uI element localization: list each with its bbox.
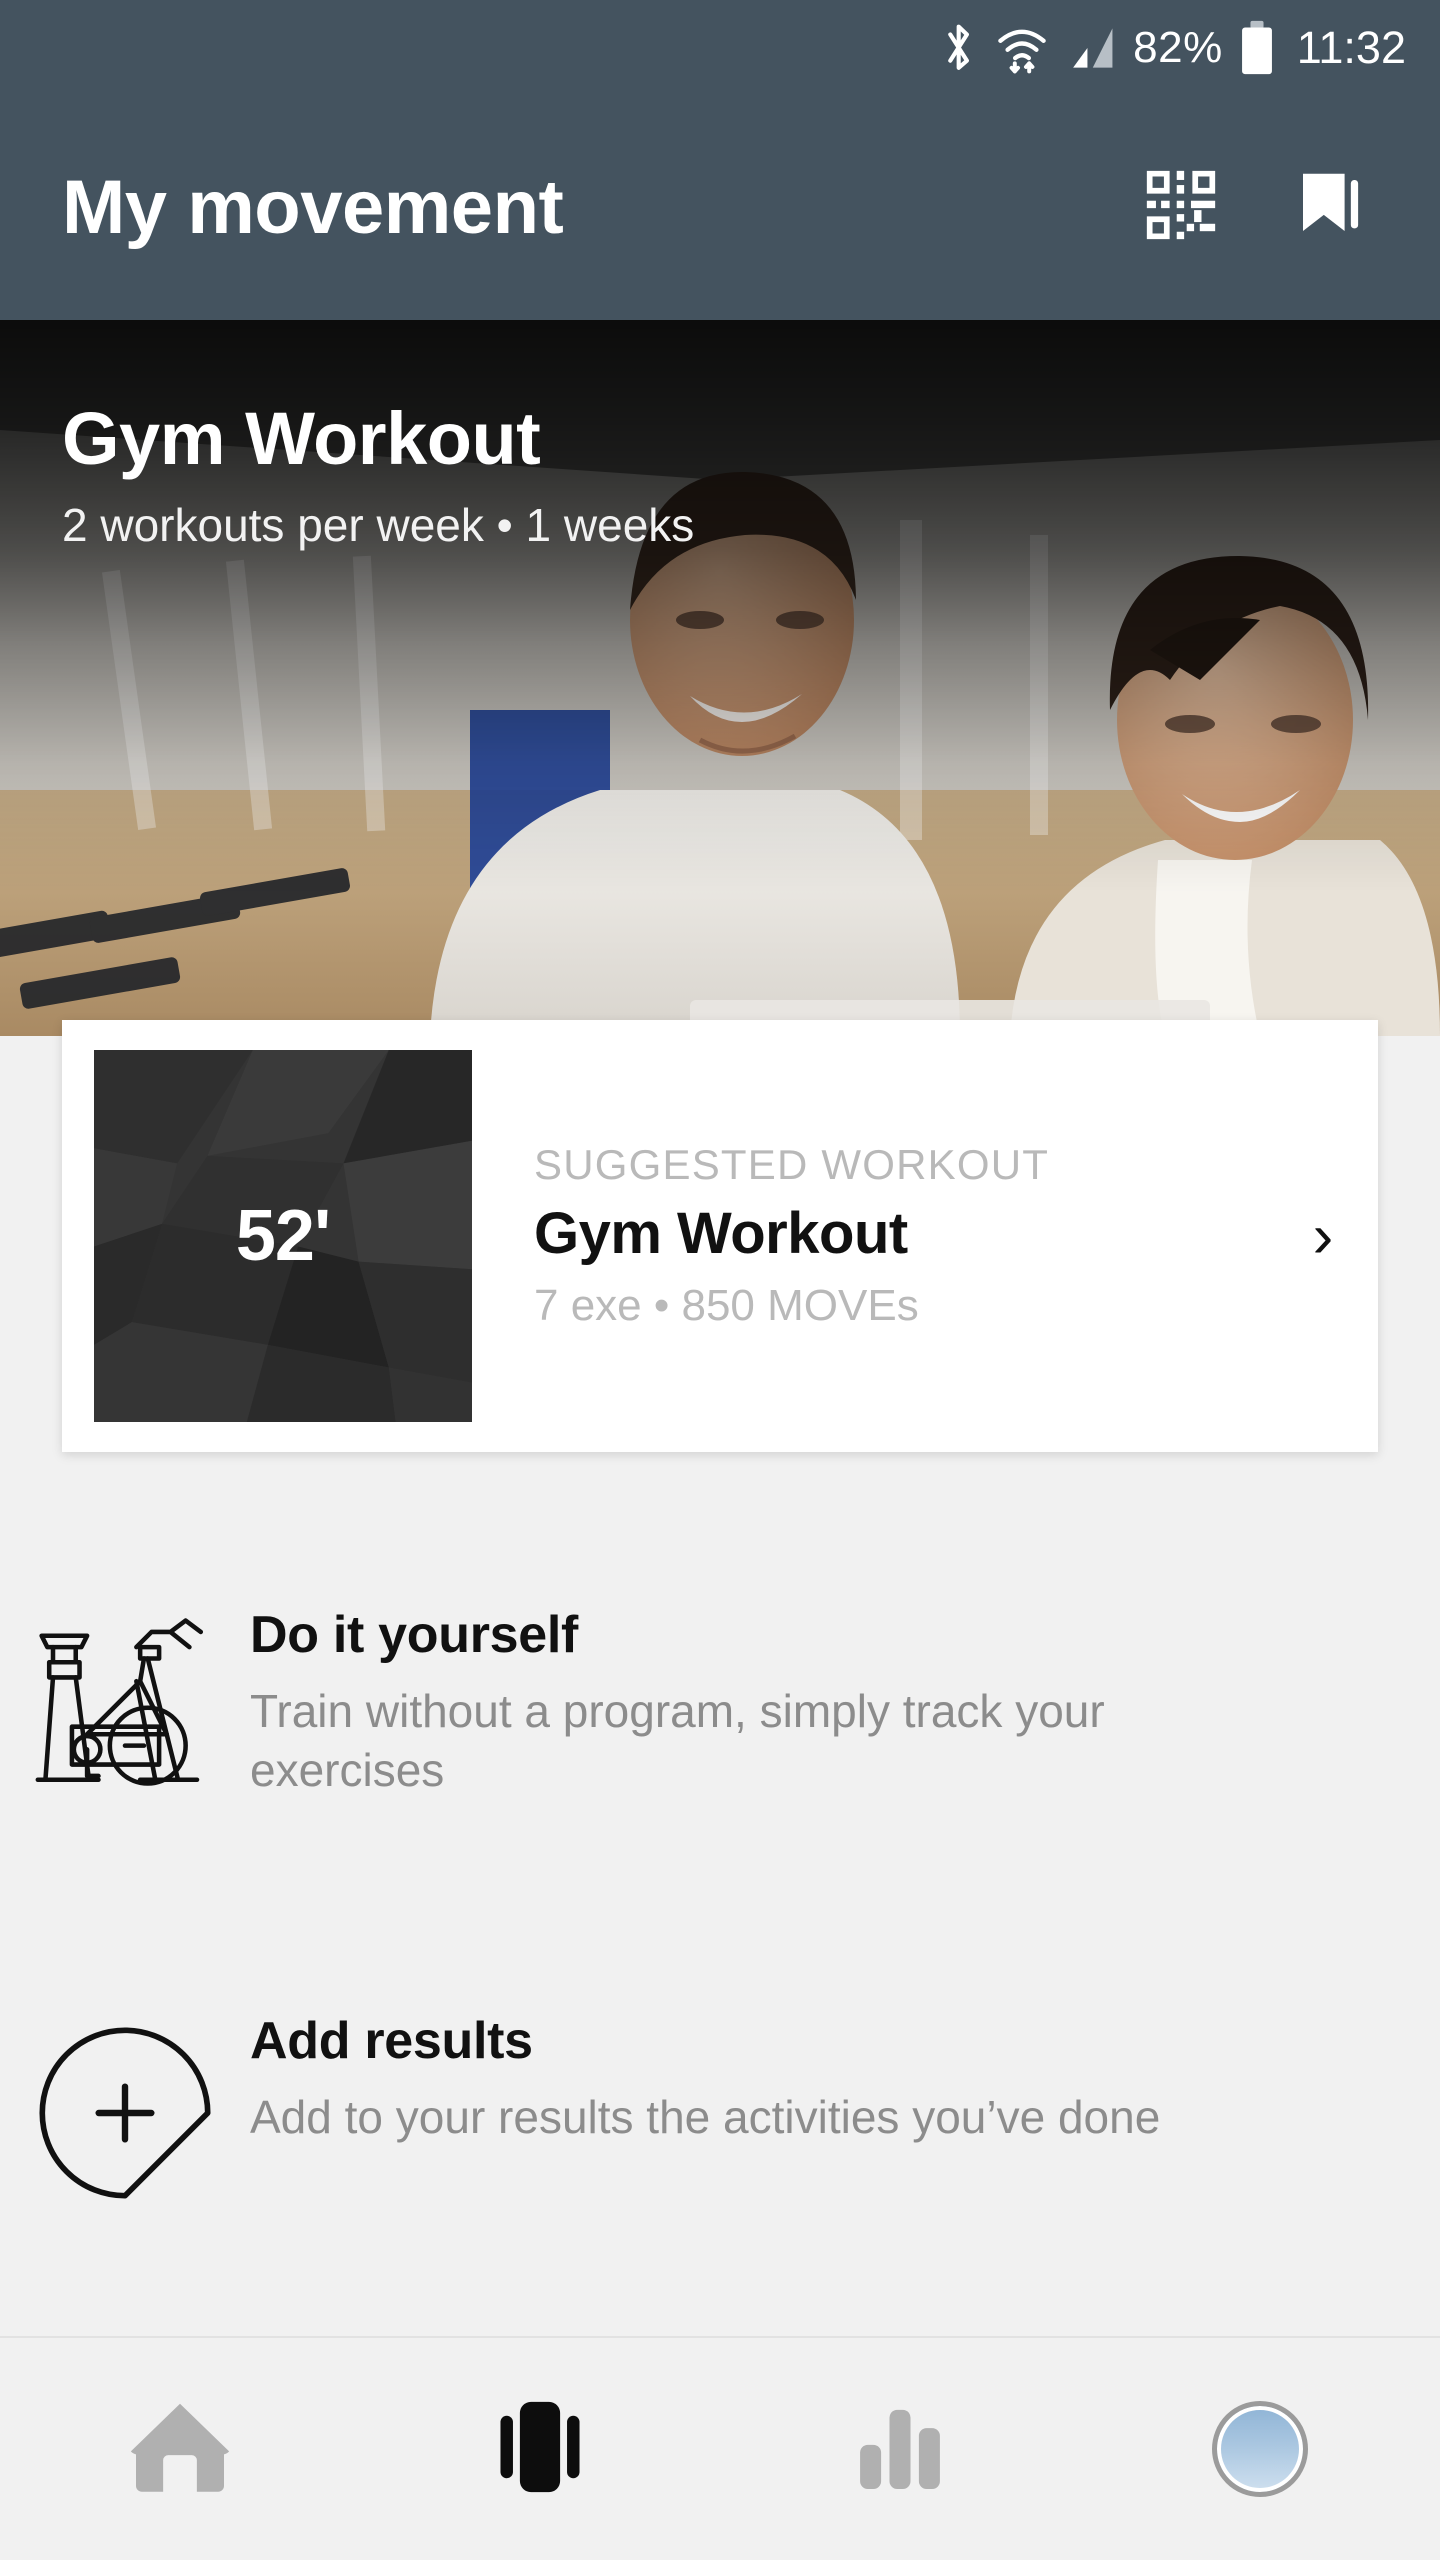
do-it-yourself-description: Train without a program, simply track yo… xyxy=(250,1685,1105,1797)
do-it-yourself-title: Do it yourself xyxy=(250,1606,579,1664)
nav-item-profile[interactable] xyxy=(1080,2338,1440,2560)
add-pin-icon-wrap xyxy=(0,2013,250,2212)
battery-icon xyxy=(1240,20,1274,76)
status-clock: 11:32 xyxy=(1296,22,1406,73)
suggested-workout-meta: 7 exe • 850 MOVEs xyxy=(534,1280,919,1330)
add-pin-icon xyxy=(31,2019,219,2212)
home-icon xyxy=(125,2395,235,2504)
bookmark-icon xyxy=(1290,166,1368,249)
app-screen: 82% 11:32 My movement Gym Workout 2 work… xyxy=(0,0,1440,2560)
nav-item-stats[interactable] xyxy=(720,2338,1080,2560)
chevron-right-icon[interactable]: › xyxy=(1268,1201,1378,1272)
app-bar: My movement xyxy=(0,95,1440,320)
nav-item-workouts[interactable] xyxy=(360,2338,720,2560)
add-results-title: Add results xyxy=(250,2012,533,2070)
qr-scan-icon xyxy=(1144,168,1218,247)
bookmark-button[interactable] xyxy=(1290,169,1368,247)
battery-percent-label: 82% xyxy=(1133,22,1223,72)
exercise-bike-icon-wrap xyxy=(0,1607,250,1798)
bottom-navigation xyxy=(0,2336,1440,2560)
hero-title: Gym Workout xyxy=(62,397,541,480)
add-results-row[interactable]: Add results Add to your results the acti… xyxy=(0,2012,1440,2212)
add-results-text: Add results Add to your results the acti… xyxy=(250,2012,1440,2147)
wifi-icon xyxy=(995,21,1049,75)
status-bar: 82% 11:32 xyxy=(0,0,1440,95)
qr-scan-button[interactable] xyxy=(1142,169,1220,247)
profile-avatar-icon xyxy=(1212,2401,1308,2497)
add-results-description: Add to your results the activities you’v… xyxy=(250,2091,1161,2144)
workout-cards-icon xyxy=(490,2395,590,2504)
suggested-workout-card[interactable]: 52' SUGGESTED WORKOUT Gym Workout 7 exe … xyxy=(62,1020,1378,1452)
cellular-signal-icon xyxy=(1066,23,1116,73)
suggested-workout-title: Gym Workout xyxy=(534,1201,908,1266)
nav-item-home[interactable] xyxy=(0,2338,360,2560)
hero-text-block: Gym Workout 2 workouts per week • 1 week… xyxy=(62,400,694,552)
exercise-bike-icon xyxy=(30,1613,220,1798)
bluetooth-icon xyxy=(940,21,978,75)
workout-thumbnail: 52' xyxy=(94,1050,472,1422)
do-it-yourself-text: Do it yourself Train without a program, … xyxy=(250,1606,1440,1800)
hero-subtitle: 2 workouts per week • 1 weeks xyxy=(62,498,695,551)
suggested-card-body: SUGGESTED WORKOUT Gym Workout 7 exe • 85… xyxy=(472,1140,1268,1330)
app-bar-actions xyxy=(1142,169,1368,247)
workout-duration: 52' xyxy=(235,1196,331,1276)
hero-banner[interactable]: Gym Workout 2 workouts per week • 1 week… xyxy=(0,320,1440,1036)
suggested-workout-kicker: SUGGESTED WORKOUT xyxy=(534,1140,1050,1188)
stats-bars-icon xyxy=(851,2398,949,2501)
do-it-yourself-row[interactable]: Do it yourself Train without a program, … xyxy=(0,1606,1440,1800)
page-title: My movement xyxy=(62,165,564,250)
